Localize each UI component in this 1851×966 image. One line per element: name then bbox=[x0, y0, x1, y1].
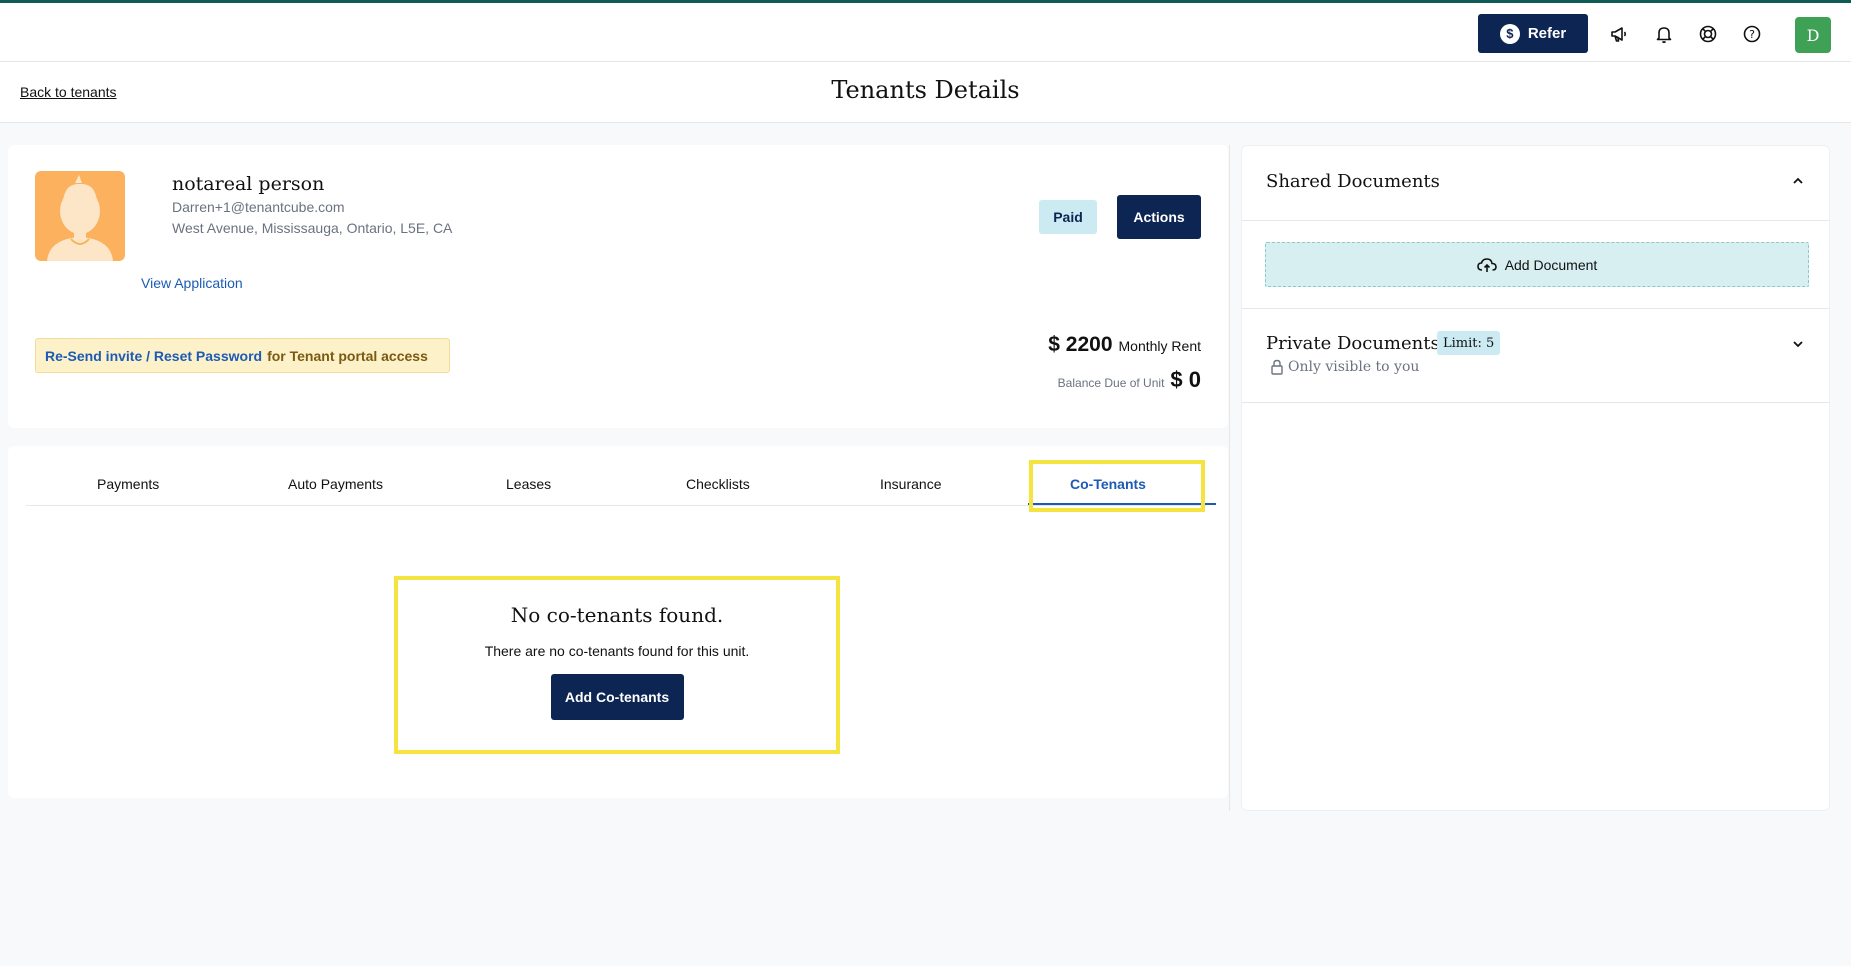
tab-insurance[interactable]: Insurance bbox=[880, 476, 941, 492]
tenant-name: notareal person bbox=[172, 173, 325, 195]
person-silhouette-icon bbox=[47, 175, 113, 261]
balance-amount: $ 0 bbox=[1170, 367, 1201, 392]
page-title: Tenants Details bbox=[831, 76, 1020, 104]
dollar-icon: $ bbox=[1499, 23, 1520, 44]
add-document-button[interactable]: Add Document bbox=[1265, 242, 1809, 287]
tenant-tabs-card: Payments Auto Payments Leases Checklists… bbox=[8, 446, 1228, 798]
tab-auto-payments[interactable]: Auto Payments bbox=[288, 476, 383, 492]
monthly-rent: $ 2200 Monthly Rent bbox=[1048, 333, 1201, 357]
lifebuoy-icon[interactable] bbox=[1697, 23, 1719, 45]
private-visibility-note: Only visible to you bbox=[1270, 359, 1419, 375]
user-avatar[interactable]: D bbox=[1795, 17, 1831, 53]
visibility-note-text: Only visible to you bbox=[1288, 359, 1420, 375]
tab-payments[interactable]: Payments bbox=[97, 476, 159, 492]
shared-documents-title: Shared Documents bbox=[1266, 171, 1440, 192]
chevron-up-icon[interactable] bbox=[1791, 174, 1805, 188]
status-badge: Paid bbox=[1039, 200, 1097, 234]
megaphone-icon[interactable] bbox=[1608, 23, 1630, 45]
documents-panel: Shared Documents Add Document Private Do… bbox=[1241, 145, 1830, 811]
section-divider bbox=[1242, 402, 1829, 403]
limit-badge: Limit: 5 bbox=[1437, 331, 1501, 355]
tab-checklists[interactable]: Checklists bbox=[686, 476, 750, 492]
tab-leases[interactable]: Leases bbox=[506, 476, 551, 492]
add-co-tenants-button[interactable]: Add Co-tenants bbox=[550, 674, 684, 720]
svg-text:?: ? bbox=[1749, 28, 1755, 41]
lock-icon bbox=[1271, 359, 1283, 375]
chevron-down-icon[interactable] bbox=[1791, 337, 1805, 351]
empty-state-title: No co-tenants found. bbox=[510, 603, 724, 627]
tenant-email: Darren+1@tenantcube.com bbox=[172, 199, 345, 215]
empty-state-text: There are no co-tenants found for this u… bbox=[484, 643, 750, 659]
refer-label: Refer bbox=[1527, 25, 1567, 42]
page-header: Back to tenants Tenants Details bbox=[0, 62, 1851, 123]
rent-label: Monthly Rent bbox=[1118, 338, 1201, 354]
bell-icon[interactable] bbox=[1653, 23, 1675, 45]
resend-invite-link[interactable]: Re-Send invite / Reset Password bbox=[45, 348, 262, 364]
tenant-address: West Avenue, Mississauga, Ontario, L5E, … bbox=[172, 220, 453, 236]
column-divider bbox=[1229, 145, 1230, 811]
add-document-label: Add Document bbox=[1504, 256, 1598, 273]
empty-state: No co-tenants found. There are no co-ten… bbox=[394, 576, 840, 754]
section-divider bbox=[1242, 308, 1829, 309]
balance-due: Balance Due of Unit $ 0 bbox=[1058, 367, 1201, 393]
rent-amount: $ 2200 bbox=[1048, 333, 1113, 356]
view-application-link[interactable]: View Application bbox=[141, 275, 243, 291]
section-divider bbox=[1242, 220, 1829, 221]
tab-highlight-frame bbox=[1029, 460, 1205, 512]
private-documents-title: Private Documents bbox=[1266, 333, 1440, 354]
top-bar: $ Refer ? D bbox=[0, 0, 1851, 62]
actions-button[interactable]: Actions bbox=[1117, 195, 1201, 239]
invite-banner: Re-Send invite / Reset Password for Tena… bbox=[35, 338, 450, 373]
tenant-profile-card: notareal person Darren+1@tenantcube.com … bbox=[8, 145, 1228, 428]
invite-description: for Tenant portal access bbox=[267, 347, 428, 364]
cloud-upload-icon bbox=[1476, 257, 1497, 272]
tenant-avatar bbox=[35, 171, 125, 261]
refer-button[interactable]: $ Refer bbox=[1478, 14, 1588, 53]
balance-label: Balance Due of Unit bbox=[1057, 376, 1165, 390]
help-icon[interactable]: ? bbox=[1741, 23, 1763, 45]
